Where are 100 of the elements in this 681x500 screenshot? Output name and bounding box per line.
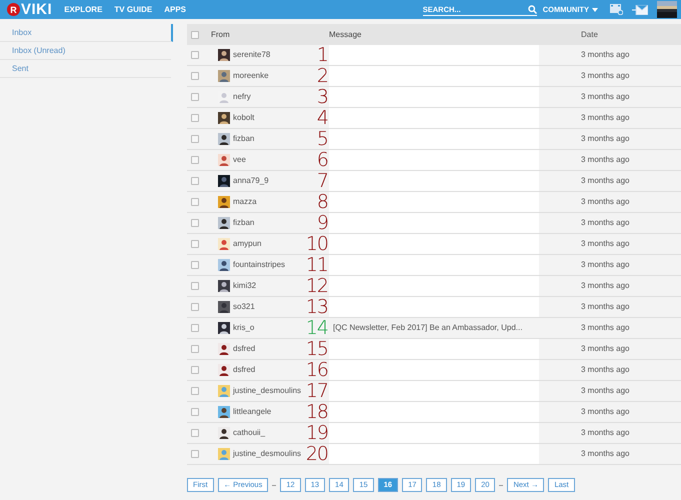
logo-text[interactable]: VIKI (21, 2, 52, 17)
sender-name[interactable]: nefry (233, 92, 251, 102)
date-text: 3 months ago (581, 365, 630, 374)
sidebar-item[interactable]: Sent (0, 60, 171, 78)
date-text: 3 months ago (581, 407, 630, 416)
row-checkbox[interactable] (191, 93, 199, 101)
avatar-icon (218, 259, 230, 271)
column-header: Message (329, 30, 362, 38)
row-number: 16 (306, 363, 329, 377)
avatar-icon (218, 112, 230, 124)
row-number: 8 (316, 195, 329, 209)
row-checkbox[interactable] (191, 450, 199, 458)
row-number: 10 (306, 237, 329, 251)
row-checkbox[interactable] (191, 429, 199, 437)
date-text: 3 months ago (581, 428, 630, 437)
search-icon[interactable] (528, 5, 537, 14)
video-icon[interactable] (610, 4, 623, 15)
nav-link[interactable]: APPS (164, 5, 186, 14)
row-checkbox[interactable] (191, 156, 199, 164)
row-checkbox[interactable] (191, 198, 199, 206)
date-text: 3 months ago (581, 302, 630, 311)
avatar-icon (218, 448, 230, 460)
date-text: 3 months ago (581, 197, 630, 206)
avatar-icon (218, 133, 230, 145)
column-header: From (211, 30, 230, 38)
sender-name[interactable]: dsfred (233, 365, 256, 375)
sender-name[interactable]: fizban (233, 218, 254, 228)
sender-name[interactable]: serenite78 (233, 50, 270, 60)
sender-name[interactable]: justine_desmoulins (233, 386, 302, 396)
date-text: 3 months ago (581, 344, 630, 353)
row-number: 3 (316, 90, 329, 104)
row-number: 17 (306, 384, 329, 398)
row-number: 14 (306, 321, 329, 335)
date-text: 3 months ago (581, 386, 630, 395)
row-checkbox[interactable] (191, 282, 199, 290)
sender-name[interactable]: kris_o (233, 323, 254, 333)
avatar-icon (218, 49, 230, 61)
sender-name[interactable]: cathouii_ (233, 428, 266, 438)
row-checkbox[interactable] (191, 240, 199, 248)
avatar-icon (218, 280, 230, 292)
sender-name[interactable]: anna79_9 (233, 176, 269, 186)
row-checkbox[interactable] (191, 114, 199, 122)
row-checkbox[interactable] (191, 366, 199, 374)
mail-icon[interactable] (632, 4, 648, 14)
row-checkbox[interactable] (191, 72, 199, 80)
avatar-icon (218, 406, 230, 418)
message-subject[interactable]: [QC Newsletter, Feb 2017] Be an Ambassador, Upd... (329, 323, 522, 332)
date-text: 3 months ago (581, 323, 630, 332)
sender-name[interactable]: moreenke (233, 71, 269, 81)
row-checkbox[interactable] (191, 135, 199, 143)
sender-name[interactable]: so321 (233, 302, 255, 312)
avatar-icon (218, 427, 230, 439)
user-avatar[interactable] (657, 1, 677, 18)
row-checkbox[interactable] (191, 387, 199, 395)
avatar-icon (218, 196, 230, 208)
row-checkbox[interactable] (191, 261, 199, 269)
row-number: 5 (316, 132, 329, 146)
sidebar-item[interactable]: Inbox (0, 24, 173, 42)
sender-name[interactable]: justine_desmoulins (233, 449, 302, 459)
caret-icon (592, 8, 598, 12)
nav-link[interactable]: EXPLORE (64, 5, 102, 14)
date-text: 3 months ago (581, 239, 630, 248)
row-checkbox[interactable] (191, 51, 199, 59)
avatar-icon (218, 70, 230, 82)
row-checkbox[interactable] (191, 408, 199, 416)
nav-link[interactable]: TV GUIDE (114, 5, 152, 14)
column-header: Date (581, 30, 598, 38)
date-text: 3 months ago (581, 92, 630, 101)
sender-name[interactable]: fizban (233, 134, 254, 144)
date-text: 3 months ago (581, 260, 630, 269)
avatar-icon (218, 154, 230, 166)
select-all-checkbox[interactable] (191, 30, 199, 38)
avatar-icon (218, 364, 230, 376)
logo-badge[interactable]: R (7, 3, 20, 16)
date-text: 3 months ago (581, 113, 630, 122)
sender-name[interactable]: vee (233, 155, 246, 165)
sender-name[interactable]: kimi32 (233, 281, 256, 291)
row-number: 19 (306, 426, 329, 440)
row-number: 4 (316, 111, 329, 125)
row-checkbox[interactable] (191, 219, 199, 227)
row-number: 9 (316, 216, 329, 230)
date-text: 3 months ago (581, 134, 630, 143)
sender-name[interactable]: amypun (233, 239, 262, 249)
date-text: 3 months ago (581, 449, 630, 458)
row-number: 11 (306, 258, 329, 272)
avatar-icon (218, 343, 230, 355)
row-checkbox[interactable] (191, 345, 199, 353)
sender-name[interactable]: mazza (233, 197, 257, 207)
sender-name[interactable]: kobolt (233, 113, 254, 123)
sender-name[interactable]: littleangele (233, 407, 272, 417)
row-checkbox[interactable] (191, 324, 199, 332)
sender-name[interactable]: fountainstripes (233, 260, 286, 270)
date-text: 3 months ago (581, 155, 630, 164)
row-checkbox[interactable] (191, 177, 199, 185)
avatar-icon (218, 385, 230, 397)
row-number: 12 (306, 279, 329, 293)
date-text: 3 months ago (581, 218, 630, 227)
row-checkbox[interactable] (191, 303, 199, 311)
sidebar-item[interactable]: Inbox (Unread) (0, 42, 171, 60)
sender-name[interactable]: dsfred (233, 344, 256, 354)
